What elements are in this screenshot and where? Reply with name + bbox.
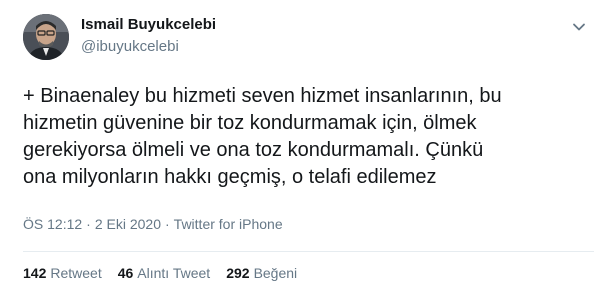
meta-separator: · bbox=[86, 216, 91, 232]
retweets-label: Retweet bbox=[50, 265, 102, 281]
retweets-count: 142 bbox=[23, 265, 47, 281]
quote-tweets-label: Alıntı Tweet bbox=[137, 265, 211, 281]
tweet-time[interactable]: ÖS 12:12 bbox=[23, 216, 82, 232]
quote-tweets-count: 46 bbox=[117, 265, 134, 281]
quote-tweets-stat[interactable]: 46 Alıntı Tweet bbox=[118, 265, 210, 281]
chevron-down-icon bbox=[573, 23, 585, 31]
meta-separator: · bbox=[165, 216, 170, 232]
tweet-card: Ismail Buyukcelebi @ibuyukcelebi + Binae… bbox=[0, 0, 610, 297]
tweet-meta: ÖS 12:12 · 2 Eki 2020 · Twitter for iPhone bbox=[23, 216, 283, 232]
more-options-button[interactable] bbox=[566, 14, 592, 40]
author-name[interactable]: Ismail Buyukcelebi bbox=[81, 16, 216, 33]
tweet-date[interactable]: 2 Eki 2020 bbox=[95, 216, 161, 232]
tweet-stats: 142 Retweet 46 Alıntı Tweet 292 Beğeni bbox=[23, 265, 297, 281]
author-handle[interactable]: @ibuyukcelebi bbox=[81, 38, 179, 55]
likes-count: 292 bbox=[226, 265, 250, 281]
retweets-stat[interactable]: 142 Retweet bbox=[23, 265, 102, 281]
profile-photo-icon bbox=[23, 14, 69, 60]
avatar[interactable] bbox=[23, 14, 69, 60]
tweet-text: + Binaenaley bu hizmeti seven hizmet ins… bbox=[23, 85, 502, 188]
likes-stat[interactable]: 292 Beğeni bbox=[226, 265, 297, 281]
tweet-source[interactable]: Twitter for iPhone bbox=[174, 216, 283, 232]
divider bbox=[23, 251, 594, 252]
likes-label: Beğeni bbox=[253, 265, 298, 281]
